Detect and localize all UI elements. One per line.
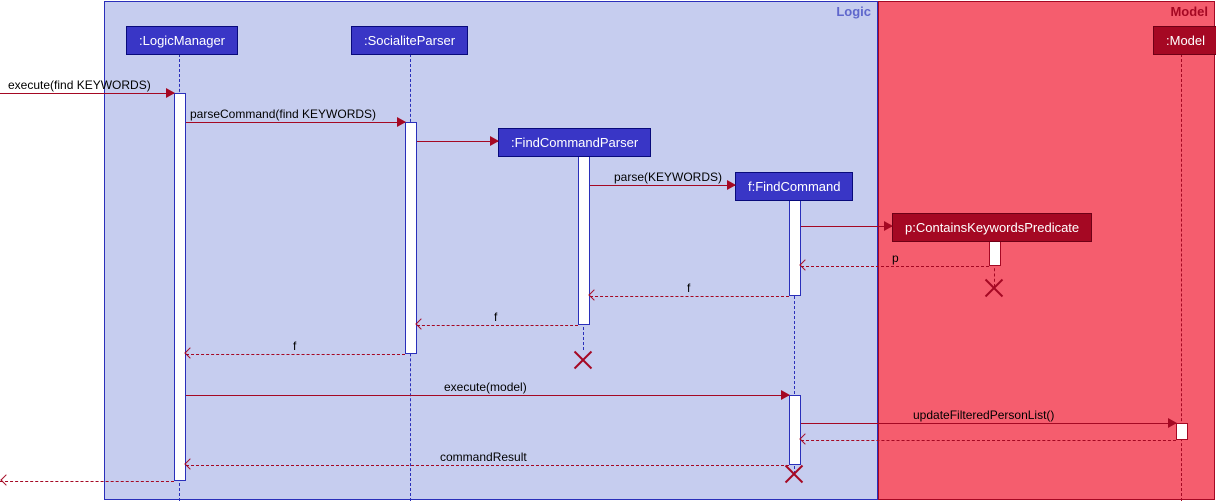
frame-logic-label: Logic	[836, 4, 871, 19]
activation-find-command-parser	[578, 141, 590, 325]
arrow-icon	[0, 474, 11, 485]
activation-socialite-parser	[405, 122, 417, 354]
msg-parse-label: parse(KEYWORDS)	[614, 170, 722, 184]
arrow-icon	[166, 88, 175, 98]
msg-return-f1	[590, 296, 789, 297]
activation-find-command-2	[789, 395, 801, 465]
frame-model: Model	[878, 1, 1215, 500]
msg-return-f3	[186, 354, 405, 355]
participant-find-command-parser: :FindCommandParser	[498, 128, 651, 157]
msg-return-p-label: p	[892, 251, 899, 265]
msg-command-result-label: commandResult	[440, 450, 527, 464]
arrow-icon	[727, 180, 736, 190]
arrow-icon	[490, 136, 499, 146]
msg-parse-command	[186, 122, 405, 123]
msg-execute-model	[186, 395, 789, 396]
frame-model-label: Model	[1170, 4, 1208, 19]
destroy-predicate	[984, 278, 1004, 298]
msg-return-f3-label: f	[293, 339, 296, 353]
activation-find-command-1	[789, 185, 801, 296]
msg-parse	[590, 185, 735, 186]
arrow-icon	[397, 117, 406, 127]
arrow-icon	[1168, 418, 1177, 428]
activation-model	[1176, 423, 1188, 440]
participant-logic-manager: :LogicManager	[126, 26, 238, 55]
msg-create-fcp	[417, 141, 498, 142]
arrow-icon	[781, 390, 790, 400]
participant-find-command: f:FindCommand	[735, 172, 853, 201]
msg-create-predicate	[801, 226, 892, 227]
msg-return-f1-label: f	[687, 281, 690, 295]
destroy-find-command	[784, 464, 804, 484]
msg-return-f2-label: f	[494, 310, 497, 324]
msg-update-list-label: updateFilteredPersonList()	[913, 408, 1054, 422]
destroy-find-command-parser	[573, 350, 593, 370]
msg-return-model	[801, 440, 1176, 441]
msg-return-f2	[417, 325, 578, 326]
msg-parse-command-label: parseCommand(find KEYWORDS)	[190, 107, 376, 121]
msg-command-result	[186, 465, 789, 466]
participant-model: :Model	[1153, 26, 1216, 55]
msg-update-list	[801, 423, 1176, 424]
frame-logic: Logic	[104, 1, 878, 500]
arrow-icon	[884, 221, 893, 231]
msg-execute-in	[0, 93, 174, 94]
msg-execute-model-label: execute(model)	[444, 380, 527, 394]
participant-socialite-parser: :SocialiteParser	[351, 26, 468, 55]
participant-predicate: p:ContainsKeywordsPredicate	[892, 213, 1092, 242]
msg-return-p	[801, 266, 989, 267]
activation-logic-manager	[174, 93, 186, 481]
msg-execute-label: execute(find KEYWORDS)	[8, 78, 151, 92]
msg-return-out	[0, 481, 174, 482]
